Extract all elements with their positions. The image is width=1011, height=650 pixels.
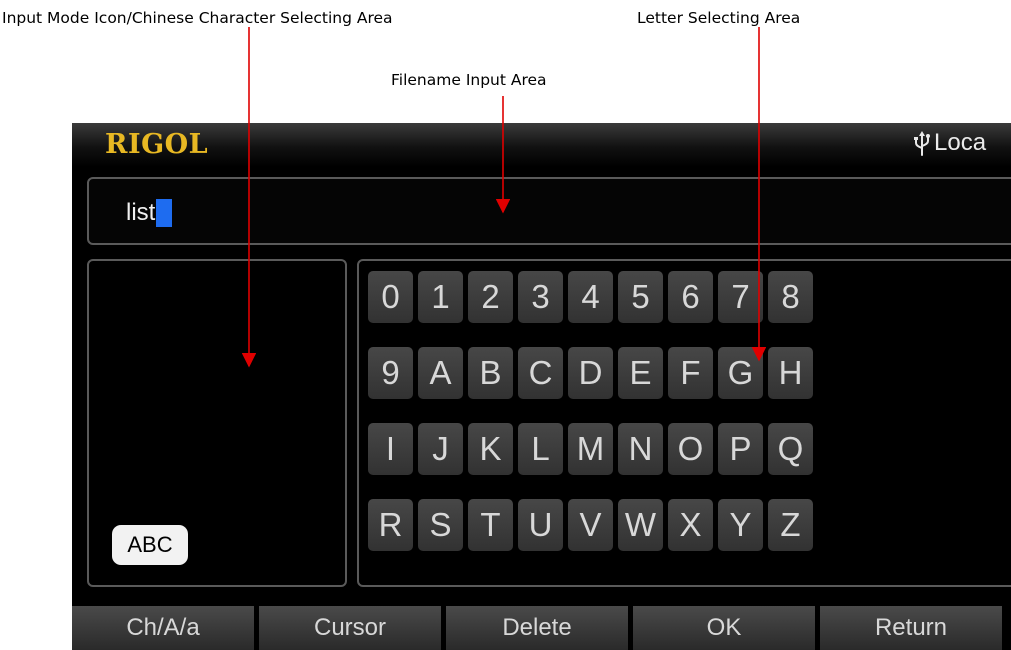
- annotation-arrows: [241, 27, 767, 368]
